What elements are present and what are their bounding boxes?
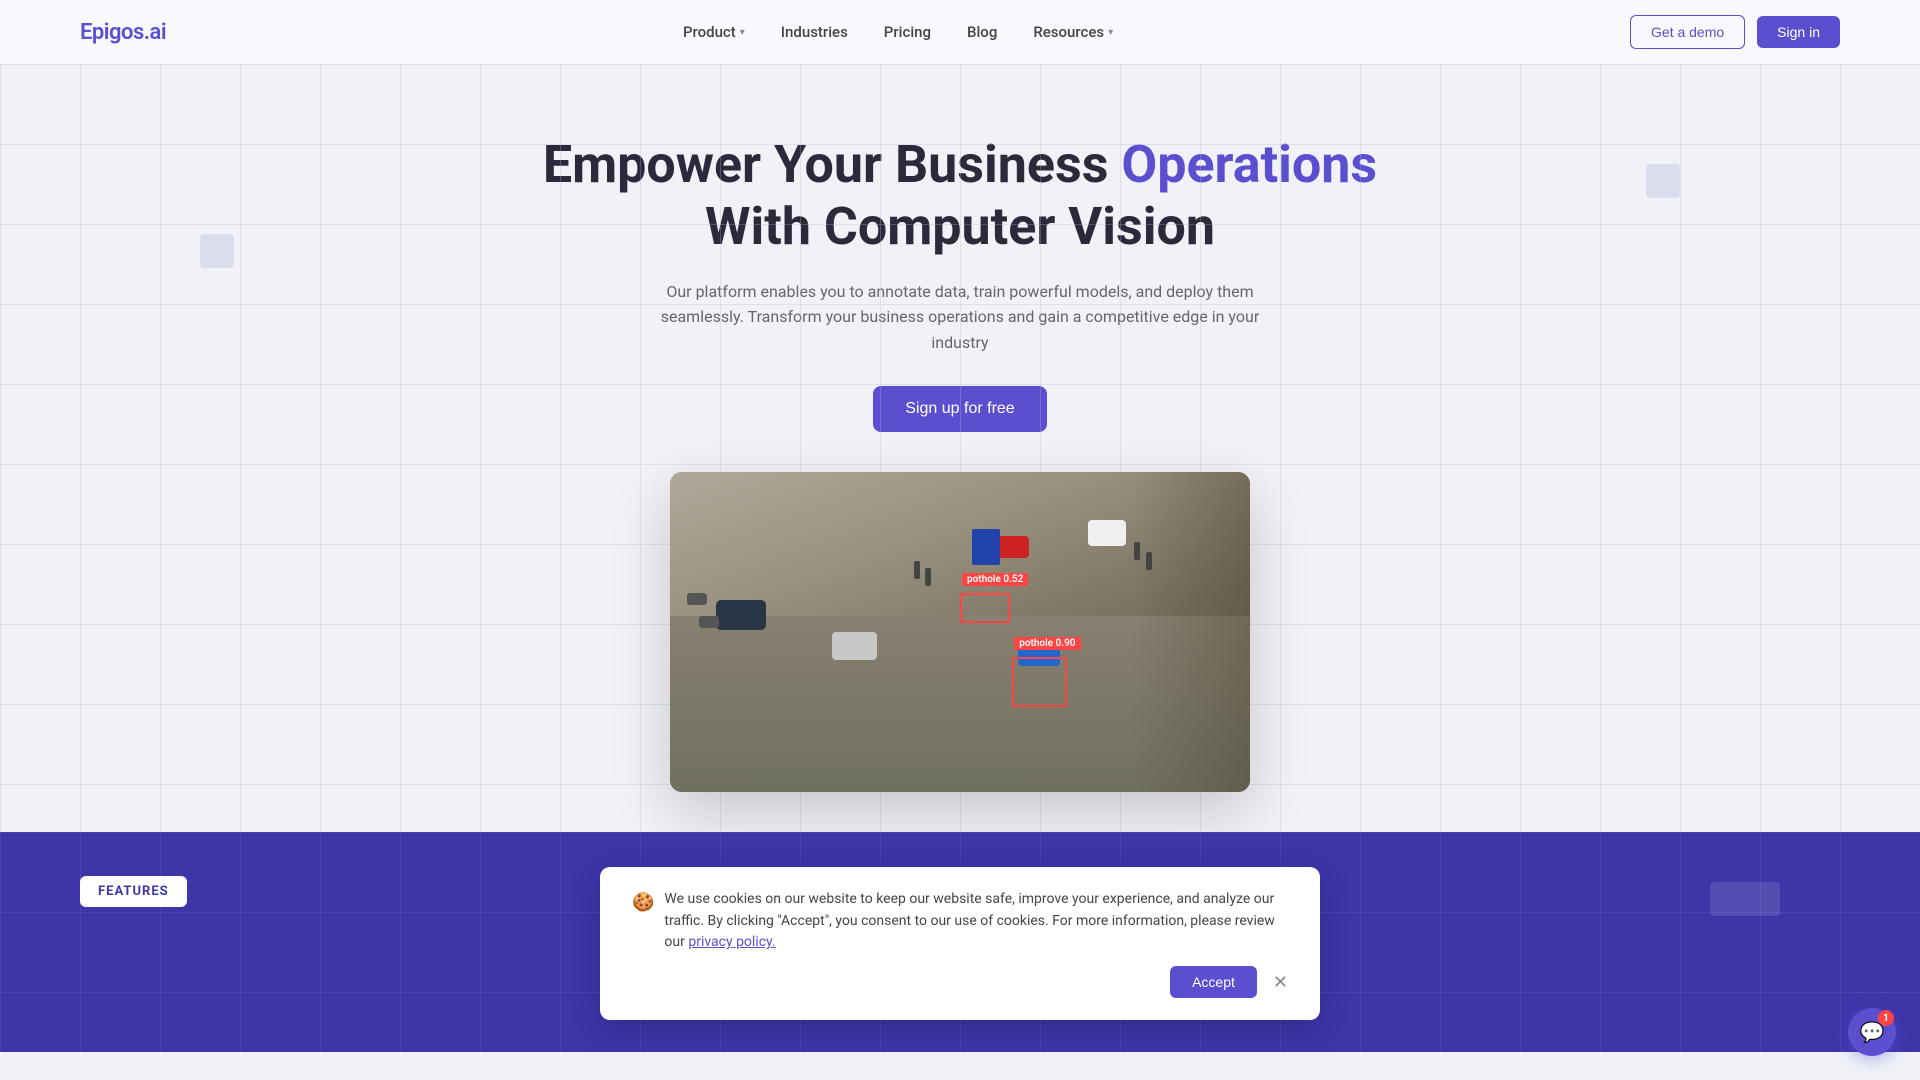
nav-actions: Get a demo Sign in [1630, 15, 1840, 49]
nav-link-pricing[interactable]: Pricing [884, 23, 931, 41]
cookie-banner: 🍪 We use cookies on our website to keep … [600, 867, 1320, 1020]
person-2 [925, 568, 931, 586]
logo-plain: Epigos [80, 20, 144, 45]
features-badge: FEATURES [80, 876, 187, 907]
nav-item-product[interactable]: Product ▾ [683, 23, 745, 41]
nav-link-industries[interactable]: Industries [781, 23, 848, 41]
detection-box-2: pothole 0.90 [1012, 657, 1067, 707]
chat-button[interactable]: 💬 1 [1848, 1008, 1896, 1056]
street-scene-canvas: pothole 0.52 pothole 0.90 [670, 472, 1250, 792]
detection-label-1: pothole 0.52 [962, 573, 1028, 586]
car-4 [1088, 520, 1126, 546]
hero-title-part1: Empower Your Business [543, 134, 1109, 195]
motorbike-1 [687, 593, 707, 605]
deco-square-left [200, 234, 234, 268]
hero-section: Empower Your Business Operations With Co… [0, 64, 1920, 832]
chat-badge: 1 [1878, 1010, 1894, 1026]
cookie-actions: Accept ✕ [632, 966, 1288, 998]
hero-subtitle: Our platform enables you to annotate dat… [640, 279, 1280, 356]
signup-button[interactable]: Sign up for free [873, 386, 1046, 432]
privacy-policy-link[interactable]: privacy policy. [688, 934, 775, 950]
nav-item-pricing[interactable]: Pricing [884, 23, 931, 41]
chevron-down-icon: ▾ [740, 27, 745, 38]
detection-label-2: pothole 0.90 [1014, 637, 1080, 650]
motorbike-2 [699, 616, 719, 628]
nav-link-product[interactable]: Product ▾ [683, 23, 745, 41]
logo-accent: .ai [144, 20, 166, 45]
chevron-down-icon: ▾ [1108, 27, 1113, 38]
nav-link-blog[interactable]: Blog [967, 23, 997, 41]
navbar: Epigos.ai Product ▾ Industries Pricing B… [0, 0, 1920, 64]
car-2 [832, 632, 877, 660]
nav-link-resources[interactable]: Resources ▾ [1033, 23, 1113, 41]
hero-title-accent: Operations [1121, 134, 1377, 195]
street-scene: pothole 0.52 pothole 0.90 [670, 472, 1250, 792]
get-demo-button[interactable]: Get a demo [1630, 15, 1745, 49]
nav-item-resources[interactable]: Resources ▾ [1033, 23, 1113, 41]
detection-box-1: pothole 0.52 [960, 593, 1010, 623]
hero-image: pothole 0.52 pothole 0.90 [670, 472, 1250, 792]
sign-in-button[interactable]: Sign in [1757, 16, 1840, 48]
accept-button[interactable]: Accept [1170, 966, 1257, 998]
foliage [1130, 472, 1250, 792]
person-1 [914, 561, 920, 579]
cookie-message: We use cookies on our website to keep ou… [664, 889, 1288, 954]
nav-item-blog[interactable]: Blog [967, 23, 997, 41]
logo[interactable]: Epigos.ai [80, 20, 166, 45]
car-1 [716, 600, 766, 630]
deco-square-right [1646, 164, 1680, 198]
close-cookie-button[interactable]: ✕ [1273, 973, 1288, 991]
nav-links: Product ▾ Industries Pricing Blog Resour… [683, 23, 1113, 41]
billboard [972, 529, 1000, 565]
cookie-text: 🍪 We use cookies on our website to keep … [632, 889, 1288, 954]
hero-title: Empower Your Business Operations With Co… [20, 134, 1900, 259]
nav-item-industries[interactable]: Industries [781, 23, 848, 41]
cookie-emoji: 🍪 [632, 889, 654, 917]
hero-title-part2: With Computer Vision [705, 196, 1215, 257]
